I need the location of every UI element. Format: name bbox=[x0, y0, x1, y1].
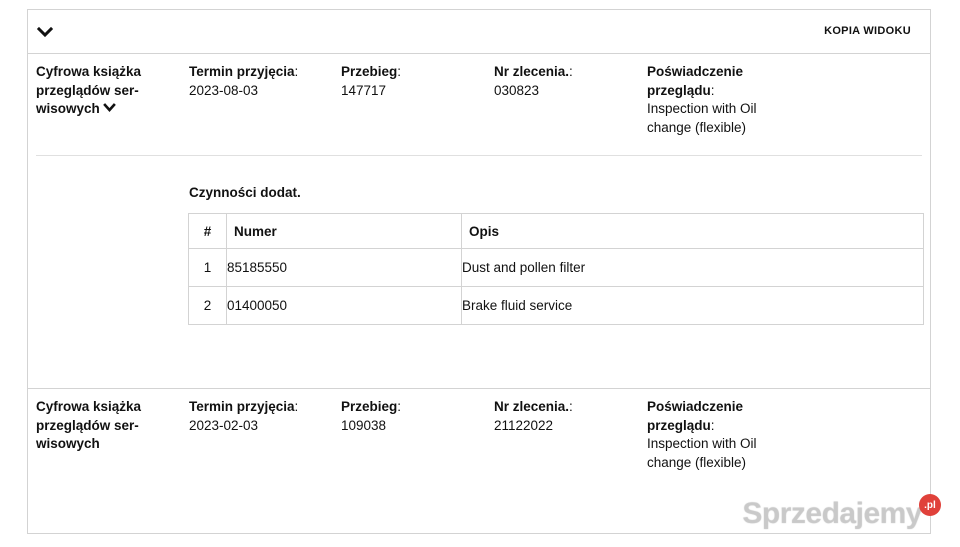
order-column: Nr zlecenia.: 030823 bbox=[494, 63, 634, 100]
book-column[interactable]: Cyfrowa książka przeglądów ser- wisowych bbox=[36, 398, 176, 454]
additional-operations-table: # Numer Opis 1 85185550 Dust and pollen … bbox=[188, 213, 924, 325]
operation-description: Dust and pollen filter bbox=[461, 248, 924, 287]
certificate-value: Inspection with Oil bbox=[647, 436, 757, 451]
part-number: 01400050 bbox=[226, 286, 462, 325]
order-value: 21122022 bbox=[494, 417, 554, 433]
divider bbox=[36, 155, 922, 156]
row-index: 2 bbox=[188, 286, 227, 325]
book-label-line: Cyfrowa książka bbox=[36, 64, 142, 79]
panel-header: KOPIA WIDOKU bbox=[28, 10, 930, 54]
chevron-down-icon[interactable] bbox=[102, 100, 116, 112]
book-label-line: Cyfrowa książka bbox=[36, 399, 142, 414]
part-number: 85185550 bbox=[226, 248, 462, 287]
certificate-label: przeglądu: bbox=[647, 82, 715, 98]
table-row: 1 85185550 Dust and pollen filter bbox=[188, 248, 924, 287]
date-value: 2023-02-03 bbox=[189, 417, 259, 433]
column-header: Opis bbox=[461, 213, 924, 249]
table-row: 2 01400050 Brake fluid service bbox=[188, 286, 924, 325]
chevron-down-icon[interactable] bbox=[36, 25, 54, 38]
row-index: 1 bbox=[188, 248, 227, 287]
date-column: Termin przyjęcia: 2023-08-03 bbox=[189, 63, 329, 100]
book-label-line: przeglądów ser- bbox=[36, 417, 139, 433]
table-header-row: # Numer Opis bbox=[188, 213, 924, 249]
service-history-panel: KOPIA WIDOKU Cyfrowa książka przeglądów … bbox=[27, 9, 931, 534]
book-column: Cyfrowa książka przeglądów ser- wisowych bbox=[36, 63, 176, 119]
certificate-value: change (flexible) bbox=[647, 119, 747, 135]
mileage-value: 147717 bbox=[341, 82, 387, 98]
order-value: 030823 bbox=[494, 82, 540, 98]
certificate-label: przeglądu: bbox=[647, 417, 715, 433]
operation-description: Brake fluid service bbox=[461, 286, 924, 325]
column-header: # bbox=[188, 213, 227, 249]
certificate-label: Poświadczenie bbox=[647, 399, 744, 414]
certificate-label: Poświadczenie bbox=[647, 64, 744, 79]
mileage-label: Przebieg: bbox=[341, 399, 402, 414]
order-label: Nr zlecenia.: bbox=[494, 399, 573, 414]
mileage-value: 109038 bbox=[341, 417, 387, 433]
certificate-value: change (flexible) bbox=[647, 454, 747, 470]
date-label: Termin przyjęcia: bbox=[189, 399, 299, 414]
column-header: Numer bbox=[226, 213, 462, 249]
date-column: Termin przyjęcia: 2023-02-03 bbox=[189, 398, 329, 435]
date-label: Termin przyjęcia: bbox=[189, 64, 299, 79]
date-value: 2023-08-03 bbox=[189, 82, 259, 98]
book-label-line: wisowych bbox=[36, 436, 100, 451]
book-label-line: przeglądów ser- bbox=[36, 82, 139, 98]
order-label: Nr zlecenia.: bbox=[494, 64, 573, 79]
watermark-badge: .pl bbox=[919, 494, 941, 516]
mileage-column: Przebieg: 109038 bbox=[341, 398, 481, 435]
copy-view-button[interactable]: KOPIA WIDOKU bbox=[824, 25, 911, 37]
additional-operations-title: Czynności dodat. bbox=[189, 185, 301, 200]
mileage-column: Przebieg: 147717 bbox=[341, 63, 481, 100]
service-entry: Cyfrowa książka przeglądów ser- wisowych… bbox=[28, 54, 930, 389]
certificate-column: Poświadczenie przeglądu: Inspection with… bbox=[647, 63, 787, 137]
book-label-line: wisowych bbox=[36, 101, 100, 116]
order-column: Nr zlecenia.: 21122022 bbox=[494, 398, 634, 435]
mileage-label: Przebieg: bbox=[341, 64, 402, 79]
watermark-logo: Sprzedajemy bbox=[742, 497, 922, 530]
certificate-value: Inspection with Oil bbox=[647, 101, 757, 116]
certificate-column: Poświadczenie przeglądu: Inspection with… bbox=[647, 398, 787, 472]
